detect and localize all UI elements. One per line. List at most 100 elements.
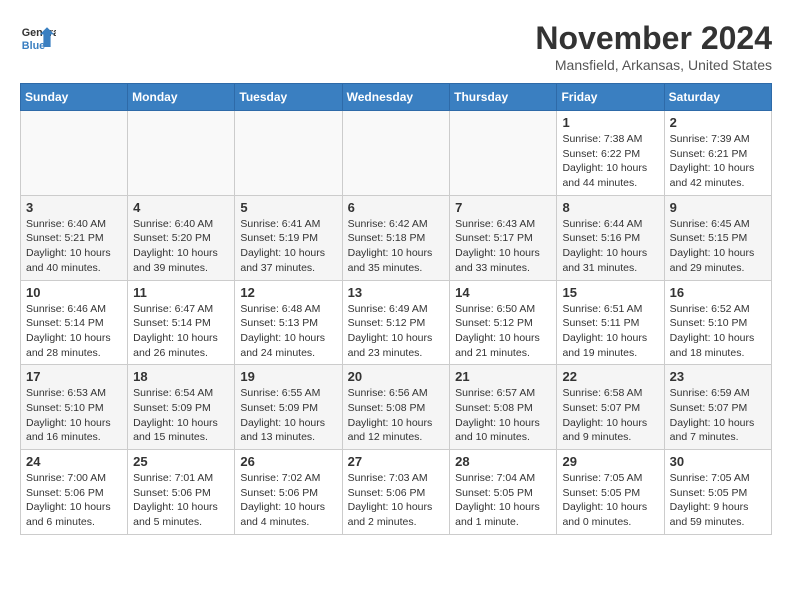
calendar-cell: 26Sunrise: 7:02 AM Sunset: 5:06 PM Dayli… bbox=[235, 450, 342, 535]
day-number: 20 bbox=[348, 369, 445, 384]
day-number: 14 bbox=[455, 285, 551, 300]
day-info: Sunrise: 6:59 AM Sunset: 5:07 PM Dayligh… bbox=[670, 386, 766, 445]
day-number: 4 bbox=[133, 200, 229, 215]
weekday-header-row: SundayMondayTuesdayWednesdayThursdayFrid… bbox=[21, 84, 772, 111]
day-number: 2 bbox=[670, 115, 766, 130]
calendar-cell: 3 Sunrise: 6:40 AM Sunset: 5:21 PM Daylig… bbox=[21, 195, 128, 280]
day-info: Sunrise: 6:58 AM Sunset: 5:07 PM Dayligh… bbox=[562, 386, 658, 445]
day-number: 30 bbox=[670, 454, 766, 469]
day-info: Sunrise: 6:45 AM Sunset: 5:15 PM Dayligh… bbox=[670, 217, 766, 276]
calendar-cell: 6 Sunrise: 6:42 AM Sunset: 5:18 PM Daylig… bbox=[342, 195, 450, 280]
calendar-table: SundayMondayTuesdayWednesdayThursdayFrid… bbox=[20, 83, 772, 535]
logo-icon: General Blue bbox=[20, 20, 56, 56]
weekday-header-sunday: Sunday bbox=[21, 84, 128, 111]
day-number: 3 bbox=[26, 200, 122, 215]
day-number: 19 bbox=[240, 369, 336, 384]
svg-text:Blue: Blue bbox=[22, 40, 45, 52]
logo: General Blue bbox=[20, 20, 56, 56]
day-info: Sunrise: 6:48 AM Sunset: 5:13 PM Dayligh… bbox=[240, 302, 336, 361]
day-number: 24 bbox=[26, 454, 122, 469]
calendar-cell: 2 Sunrise: 7:39 AM Sunset: 6:21 PM Daylig… bbox=[664, 111, 771, 196]
day-number: 13 bbox=[348, 285, 445, 300]
day-info: Sunrise: 6:52 AM Sunset: 5:10 PM Dayligh… bbox=[670, 302, 766, 361]
calendar-cell: 4 Sunrise: 6:40 AM Sunset: 5:20 PM Daylig… bbox=[128, 195, 235, 280]
day-info: Sunrise: 6:57 AM Sunset: 5:08 PM Dayligh… bbox=[455, 386, 551, 445]
calendar-cell: 16 Sunrise: 6:52 AM Sunset: 5:10 PM Dayli… bbox=[664, 280, 771, 365]
calendar-cell: 7 Sunrise: 6:43 AM Sunset: 5:17 PM Daylig… bbox=[450, 195, 557, 280]
calendar-cell: 18Sunrise: 6:54 AM Sunset: 5:09 PM Dayli… bbox=[128, 365, 235, 450]
day-info: Sunrise: 6:50 AM Sunset: 5:12 PM Dayligh… bbox=[455, 302, 551, 361]
month-title: November 2024 bbox=[535, 20, 772, 57]
day-number: 15 bbox=[562, 285, 658, 300]
calendar-cell: 17Sunrise: 6:53 AM Sunset: 5:10 PM Dayli… bbox=[21, 365, 128, 450]
weekday-header-saturday: Saturday bbox=[664, 84, 771, 111]
day-number: 16 bbox=[670, 285, 766, 300]
day-info: Sunrise: 6:43 AM Sunset: 5:17 PM Dayligh… bbox=[455, 217, 551, 276]
day-number: 12 bbox=[240, 285, 336, 300]
weekday-header-monday: Monday bbox=[128, 84, 235, 111]
week-row-0: 1Sunrise: 7:38 AM Sunset: 6:22 PM Daylig… bbox=[21, 111, 772, 196]
weekday-header-wednesday: Wednesday bbox=[342, 84, 450, 111]
weekday-header-tuesday: Tuesday bbox=[235, 84, 342, 111]
calendar-cell: 1Sunrise: 7:38 AM Sunset: 6:22 PM Daylig… bbox=[557, 111, 664, 196]
calendar-cell: 22Sunrise: 6:58 AM Sunset: 5:07 PM Dayli… bbox=[557, 365, 664, 450]
day-number: 11 bbox=[133, 285, 229, 300]
calendar-cell: 10Sunrise: 6:46 AM Sunset: 5:14 PM Dayli… bbox=[21, 280, 128, 365]
calendar-cell: 14 Sunrise: 6:50 AM Sunset: 5:12 PM Dayli… bbox=[450, 280, 557, 365]
day-info: Sunrise: 7:38 AM Sunset: 6:22 PM Dayligh… bbox=[562, 132, 658, 191]
calendar-cell: 20 Sunrise: 6:56 AM Sunset: 5:08 PM Dayli… bbox=[342, 365, 450, 450]
day-info: Sunrise: 7:01 AM Sunset: 5:06 PM Dayligh… bbox=[133, 471, 229, 530]
calendar-cell: 28 Sunrise: 7:04 AM Sunset: 5:05 PM Dayli… bbox=[450, 450, 557, 535]
calendar-cell: 25Sunrise: 7:01 AM Sunset: 5:06 PM Dayli… bbox=[128, 450, 235, 535]
calendar-cell bbox=[21, 111, 128, 196]
calendar-cell: 19 Sunrise: 6:55 AM Sunset: 5:09 PM Dayli… bbox=[235, 365, 342, 450]
week-row-4: 24 Sunrise: 7:00 AM Sunset: 5:06 PM Dayli… bbox=[21, 450, 772, 535]
day-number: 21 bbox=[455, 369, 551, 384]
day-number: 5 bbox=[240, 200, 336, 215]
calendar-cell: 23Sunrise: 6:59 AM Sunset: 5:07 PM Dayli… bbox=[664, 365, 771, 450]
day-number: 27 bbox=[348, 454, 445, 469]
day-info: Sunrise: 6:44 AM Sunset: 5:16 PM Dayligh… bbox=[562, 217, 658, 276]
calendar-cell bbox=[450, 111, 557, 196]
calendar-cell bbox=[128, 111, 235, 196]
calendar-cell: 29Sunrise: 7:05 AM Sunset: 5:05 PM Dayli… bbox=[557, 450, 664, 535]
calendar-cell: 13 Sunrise: 6:49 AM Sunset: 5:12 PM Dayli… bbox=[342, 280, 450, 365]
day-info: Sunrise: 7:00 AM Sunset: 5:06 PM Dayligh… bbox=[26, 471, 122, 530]
day-info: Sunrise: 7:04 AM Sunset: 5:05 PM Dayligh… bbox=[455, 471, 551, 530]
day-info: Sunrise: 7:39 AM Sunset: 6:21 PM Dayligh… bbox=[670, 132, 766, 191]
day-info: Sunrise: 6:40 AM Sunset: 5:21 PM Dayligh… bbox=[26, 217, 122, 276]
calendar-cell: 8 Sunrise: 6:44 AM Sunset: 5:16 PM Daylig… bbox=[557, 195, 664, 280]
day-info: Sunrise: 6:53 AM Sunset: 5:10 PM Dayligh… bbox=[26, 386, 122, 445]
day-info: Sunrise: 7:02 AM Sunset: 5:06 PM Dayligh… bbox=[240, 471, 336, 530]
day-info: Sunrise: 6:56 AM Sunset: 5:08 PM Dayligh… bbox=[348, 386, 445, 445]
day-info: Sunrise: 6:47 AM Sunset: 5:14 PM Dayligh… bbox=[133, 302, 229, 361]
calendar-cell: 15 Sunrise: 6:51 AM Sunset: 5:11 PM Dayli… bbox=[557, 280, 664, 365]
day-number: 28 bbox=[455, 454, 551, 469]
day-number: 8 bbox=[562, 200, 658, 215]
calendar-cell: 21 Sunrise: 6:57 AM Sunset: 5:08 PM Dayli… bbox=[450, 365, 557, 450]
calendar-cell bbox=[235, 111, 342, 196]
calendar-cell: 11 Sunrise: 6:47 AM Sunset: 5:14 PM Dayli… bbox=[128, 280, 235, 365]
day-info: Sunrise: 7:03 AM Sunset: 5:06 PM Dayligh… bbox=[348, 471, 445, 530]
location-subtitle: Mansfield, Arkansas, United States bbox=[535, 57, 772, 73]
day-info: Sunrise: 6:42 AM Sunset: 5:18 PM Dayligh… bbox=[348, 217, 445, 276]
calendar-cell: 27 Sunrise: 7:03 AM Sunset: 5:06 PM Dayli… bbox=[342, 450, 450, 535]
calendar-cell: 12 Sunrise: 6:48 AM Sunset: 5:13 PM Dayli… bbox=[235, 280, 342, 365]
day-number: 7 bbox=[455, 200, 551, 215]
calendar-cell: 24 Sunrise: 7:00 AM Sunset: 5:06 PM Dayli… bbox=[21, 450, 128, 535]
weekday-header-thursday: Thursday bbox=[450, 84, 557, 111]
week-row-2: 10Sunrise: 6:46 AM Sunset: 5:14 PM Dayli… bbox=[21, 280, 772, 365]
day-info: Sunrise: 6:55 AM Sunset: 5:09 PM Dayligh… bbox=[240, 386, 336, 445]
day-number: 10 bbox=[26, 285, 122, 300]
day-info: Sunrise: 6:54 AM Sunset: 5:09 PM Dayligh… bbox=[133, 386, 229, 445]
calendar-cell bbox=[342, 111, 450, 196]
day-info: Sunrise: 6:51 AM Sunset: 5:11 PM Dayligh… bbox=[562, 302, 658, 361]
calendar-cell: 30 Sunrise: 7:05 AM Sunset: 5:05 PM Dayli… bbox=[664, 450, 771, 535]
day-info: Sunrise: 6:49 AM Sunset: 5:12 PM Dayligh… bbox=[348, 302, 445, 361]
calendar-cell: 5Sunrise: 6:41 AM Sunset: 5:19 PM Daylig… bbox=[235, 195, 342, 280]
day-number: 6 bbox=[348, 200, 445, 215]
day-info: Sunrise: 7:05 AM Sunset: 5:05 PM Dayligh… bbox=[670, 471, 766, 530]
day-info: Sunrise: 6:40 AM Sunset: 5:20 PM Dayligh… bbox=[133, 217, 229, 276]
week-row-3: 17Sunrise: 6:53 AM Sunset: 5:10 PM Dayli… bbox=[21, 365, 772, 450]
day-info: Sunrise: 7:05 AM Sunset: 5:05 PM Dayligh… bbox=[562, 471, 658, 530]
